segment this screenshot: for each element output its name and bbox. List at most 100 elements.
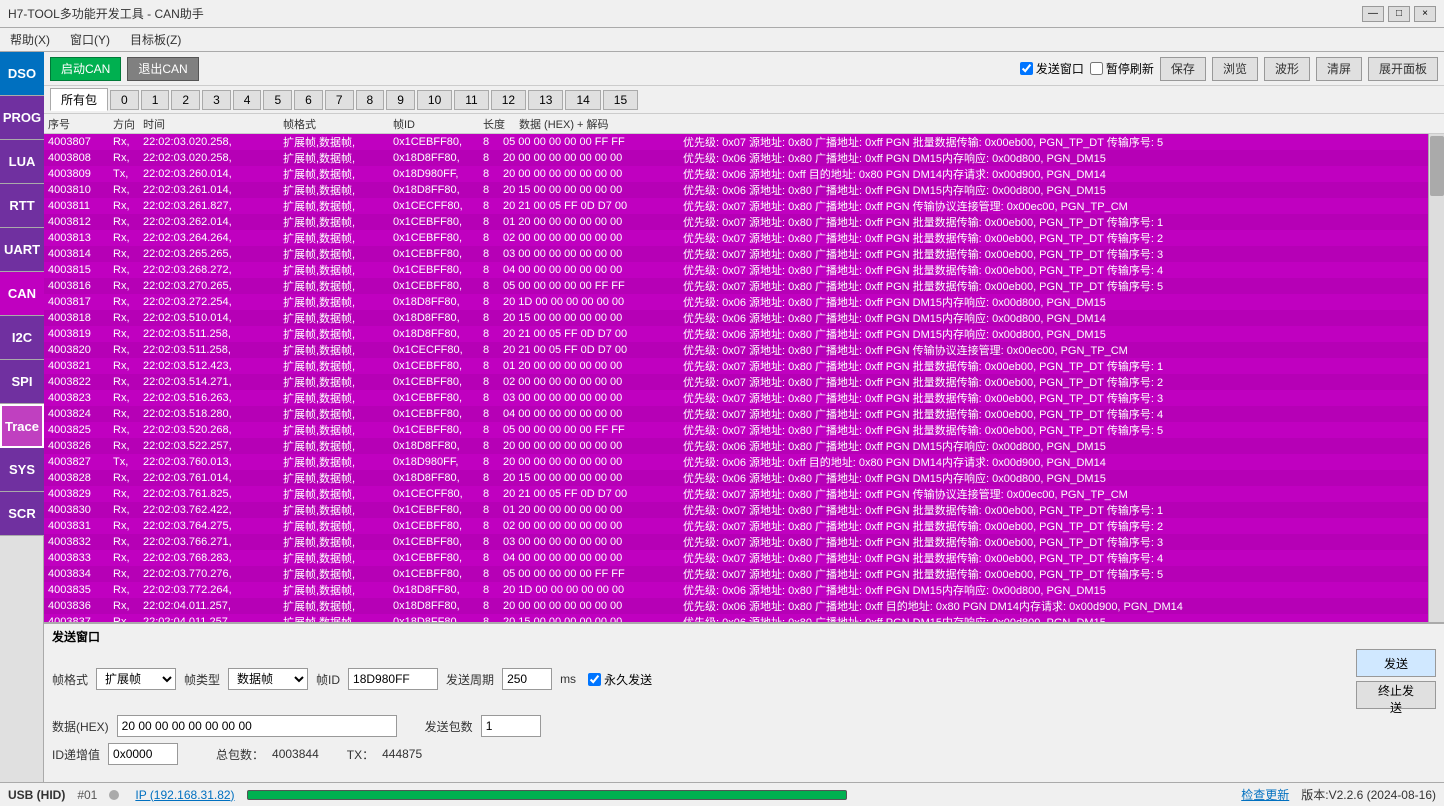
table-row[interactable]: 4003831 Rx, 22:02:03.764.275, 扩展帧,数据帧, 0… xyxy=(44,518,1428,534)
col-seq: 序号 xyxy=(48,116,113,132)
table-row[interactable]: 4003823 Rx, 22:02:03.516.263, 扩展帧,数据帧, 0… xyxy=(44,390,1428,406)
table-row[interactable]: 4003825 Rx, 22:02:03.520.268, 扩展帧,数据帧, 0… xyxy=(44,422,1428,438)
table-row[interactable]: 4003832 Rx, 22:02:03.766.271, 扩展帧,数据帧, 0… xyxy=(44,534,1428,550)
stop-send-button[interactable]: 终止发送 xyxy=(1356,681,1436,709)
id-offset-input[interactable] xyxy=(108,743,178,765)
table-row[interactable]: 4003826 Rx, 22:02:03.522.257, 扩展帧,数据帧, 0… xyxy=(44,438,1428,454)
browse-button[interactable]: 浏览 xyxy=(1212,57,1258,81)
send-count-input[interactable] xyxy=(481,715,541,737)
menu-target[interactable]: 目标板(Z) xyxy=(124,29,187,50)
ip-address[interactable]: IP (192.168.31.82) xyxy=(135,788,234,802)
menu-window[interactable]: 窗口(Y) xyxy=(64,29,116,50)
table-row[interactable]: 4003835 Rx, 22:02:03.772.264, 扩展帧,数据帧, 0… xyxy=(44,582,1428,598)
sidebar-item-uart[interactable]: UART xyxy=(0,228,44,272)
send-window-checkbox[interactable] xyxy=(1020,62,1033,75)
usb-label: USB (HID) xyxy=(8,788,65,802)
total-value: 4003844 xyxy=(272,747,319,761)
table-row[interactable]: 4003834 Rx, 22:02:03.770.276, 扩展帧,数据帧, 0… xyxy=(44,566,1428,582)
sidebar-item-trace[interactable]: Trace xyxy=(0,404,44,448)
frame-id-label: 帧ID xyxy=(316,671,340,688)
filter-tab-15[interactable]: 15 xyxy=(603,90,638,110)
filter-tabs: 所有包 0 1 2 3 4 5 6 7 8 9 10 11 12 13 14 1… xyxy=(44,86,1444,114)
stop-can-button[interactable]: 退出CAN xyxy=(127,57,198,81)
filter-tab-1[interactable]: 1 xyxy=(141,90,170,110)
table-row[interactable]: 4003827 Tx, 22:02:03.760.013, 扩展帧,数据帧, 0… xyxy=(44,454,1428,470)
table-row[interactable]: 4003837 Rx, 22:02:04.011.257, 扩展帧,数据帧, 0… xyxy=(44,614,1428,622)
data-table[interactable]: 4003807 Rx, 22:02:03.020.258, 扩展帧,数据帧, 0… xyxy=(44,134,1428,622)
filter-tab-13[interactable]: 13 xyxy=(528,90,563,110)
filter-tab-12[interactable]: 12 xyxy=(491,90,526,110)
menu-help[interactable]: 帮助(X) xyxy=(4,29,56,50)
save-button[interactable]: 保存 xyxy=(1160,57,1206,81)
pause-check: 暂停刷新 xyxy=(1090,60,1154,77)
sidebar-item-i2c[interactable]: I2C xyxy=(0,316,44,360)
table-row[interactable]: 4003830 Rx, 22:02:03.762.422, 扩展帧,数据帧, 0… xyxy=(44,502,1428,518)
expand-button[interactable]: 展开面板 xyxy=(1368,57,1438,81)
sidebar-item-dso[interactable]: DSO xyxy=(0,52,44,96)
filter-tab-all[interactable]: 所有包 xyxy=(50,88,108,111)
frame-type-label: 帧类型 xyxy=(184,671,220,688)
id-offset-label: ID递增值 xyxy=(52,746,100,763)
filter-tab-0[interactable]: 0 xyxy=(110,90,139,110)
sidebar-item-sys[interactable]: SYS xyxy=(0,448,44,492)
total-label: 总包数： xyxy=(216,746,264,763)
table-row[interactable]: 4003833 Rx, 22:02:03.768.283, 扩展帧,数据帧, 0… xyxy=(44,550,1428,566)
check-update-link[interactable]: 检查更新 xyxy=(1241,786,1289,803)
table-row[interactable]: 4003836 Rx, 22:02:04.011.257, 扩展帧,数据帧, 0… xyxy=(44,598,1428,614)
table-row[interactable]: 4003811 Rx, 22:02:03.261.827, 扩展帧,数据帧, 0… xyxy=(44,198,1428,214)
table-row[interactable]: 4003822 Rx, 22:02:03.514.271, 扩展帧,数据帧, 0… xyxy=(44,374,1428,390)
clear-button[interactable]: 清屏 xyxy=(1316,57,1362,81)
scrollbar[interactable] xyxy=(1428,134,1444,622)
minimize-button[interactable]: — xyxy=(1362,6,1384,22)
filter-tab-9[interactable]: 9 xyxy=(386,90,415,110)
table-row[interactable]: 4003828 Rx, 22:02:03.761.014, 扩展帧,数据帧, 0… xyxy=(44,470,1428,486)
filter-tab-2[interactable]: 2 xyxy=(171,90,200,110)
filter-tab-8[interactable]: 8 xyxy=(356,90,385,110)
table-row[interactable]: 4003820 Rx, 22:02:03.511.258, 扩展帧,数据帧, 0… xyxy=(44,342,1428,358)
sidebar-item-lua[interactable]: LUA xyxy=(0,140,44,184)
filter-tab-10[interactable]: 10 xyxy=(417,90,452,110)
table-row[interactable]: 4003807 Rx, 22:02:03.020.258, 扩展帧,数据帧, 0… xyxy=(44,134,1428,150)
col-len: 长度 xyxy=(483,116,519,132)
frame-format-select[interactable]: 扩展帧 标准帧 xyxy=(96,668,176,690)
sidebar-item-scr[interactable]: SCR xyxy=(0,492,44,536)
filter-tab-14[interactable]: 14 xyxy=(565,90,600,110)
filter-tab-3[interactable]: 3 xyxy=(202,90,231,110)
data-hex-input[interactable] xyxy=(117,715,397,737)
table-row[interactable]: 4003814 Rx, 22:02:03.265.265, 扩展帧,数据帧, 0… xyxy=(44,246,1428,262)
table-row[interactable]: 4003824 Rx, 22:02:03.518.280, 扩展帧,数据帧, 0… xyxy=(44,406,1428,422)
table-row[interactable]: 4003819 Rx, 22:02:03.511.258, 扩展帧,数据帧, 0… xyxy=(44,326,1428,342)
maximize-button[interactable]: □ xyxy=(1388,6,1410,22)
filter-tab-5[interactable]: 5 xyxy=(263,90,292,110)
filter-tab-11[interactable]: 11 xyxy=(454,90,488,110)
frame-type-select[interactable]: 数据帧 远程帧 xyxy=(228,668,308,690)
table-row[interactable]: 4003809 Tx, 22:02:03.260.014, 扩展帧,数据帧, 0… xyxy=(44,166,1428,182)
data-area: 4003807 Rx, 22:02:03.020.258, 扩展帧,数据帧, 0… xyxy=(44,134,1444,622)
filter-tab-4[interactable]: 4 xyxy=(233,90,262,110)
wave-button[interactable]: 波形 xyxy=(1264,57,1310,81)
table-row[interactable]: 4003815 Rx, 22:02:03.268.272, 扩展帧,数据帧, 0… xyxy=(44,262,1428,278)
sidebar-item-can[interactable]: CAN xyxy=(0,272,44,316)
close-button[interactable]: × xyxy=(1414,6,1436,22)
filter-tab-7[interactable]: 7 xyxy=(325,90,354,110)
connection-dot xyxy=(109,790,119,800)
filter-tab-6[interactable]: 6 xyxy=(294,90,323,110)
frame-id-input[interactable]: 18D980FF xyxy=(348,668,438,690)
table-row[interactable]: 4003810 Rx, 22:02:03.261.014, 扩展帧,数据帧, 0… xyxy=(44,182,1428,198)
send-period-input[interactable] xyxy=(502,668,552,690)
table-row[interactable]: 4003813 Rx, 22:02:03.264.264, 扩展帧,数据帧, 0… xyxy=(44,230,1428,246)
sidebar-item-rtt[interactable]: RTT xyxy=(0,184,44,228)
table-row[interactable]: 4003818 Rx, 22:02:03.510.014, 扩展帧,数据帧, 0… xyxy=(44,310,1428,326)
pause-checkbox[interactable] xyxy=(1090,62,1103,75)
forever-checkbox[interactable] xyxy=(588,673,601,686)
table-row[interactable]: 4003816 Rx, 22:02:03.270.265, 扩展帧,数据帧, 0… xyxy=(44,278,1428,294)
sidebar-item-spi[interactable]: SPI xyxy=(0,360,44,404)
table-row[interactable]: 4003829 Rx, 22:02:03.761.825, 扩展帧,数据帧, 0… xyxy=(44,486,1428,502)
send-button[interactable]: 发送 xyxy=(1356,649,1436,677)
sidebar-item-prog[interactable]: PROG xyxy=(0,96,44,140)
table-row[interactable]: 4003817 Rx, 22:02:03.272.254, 扩展帧,数据帧, 0… xyxy=(44,294,1428,310)
start-can-button[interactable]: 启动CAN xyxy=(50,57,121,81)
table-row[interactable]: 4003812 Rx, 22:02:03.262.014, 扩展帧,数据帧, 0… xyxy=(44,214,1428,230)
table-row[interactable]: 4003821 Rx, 22:02:03.512.423, 扩展帧,数据帧, 0… xyxy=(44,358,1428,374)
table-row[interactable]: 4003808 Rx, 22:02:03.020.258, 扩展帧,数据帧, 0… xyxy=(44,150,1428,166)
